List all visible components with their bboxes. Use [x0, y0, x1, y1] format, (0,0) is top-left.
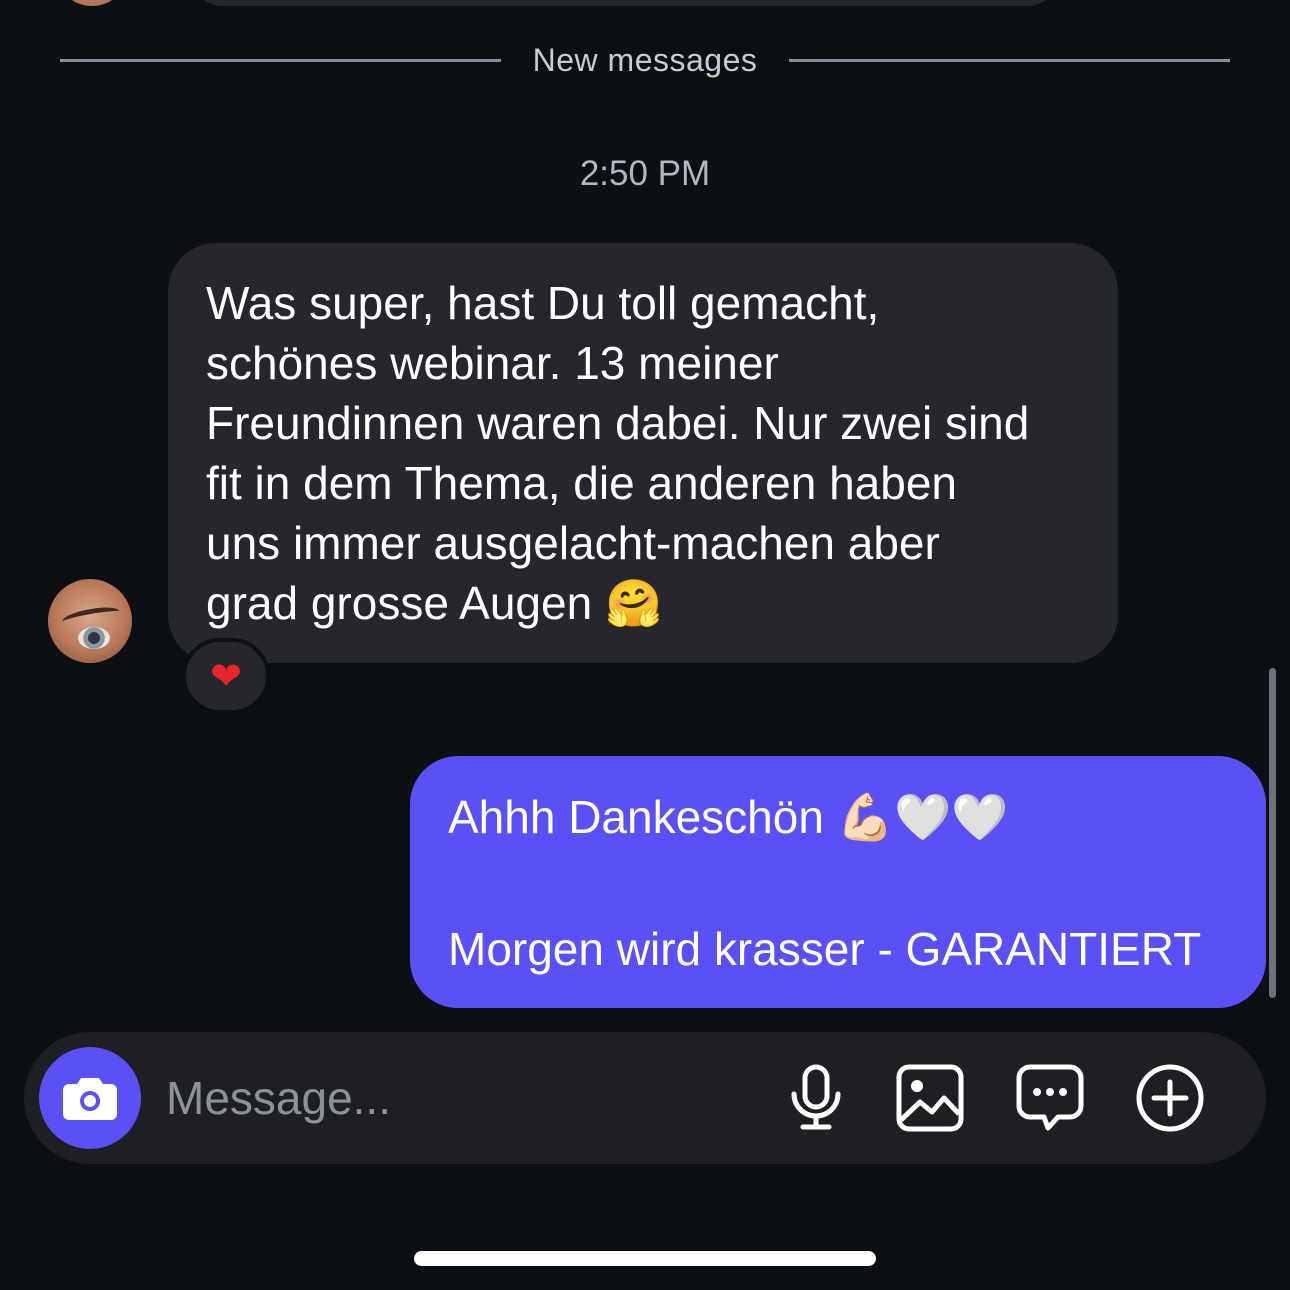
- divider-line-right: [789, 58, 1230, 62]
- gallery-button[interactable]: [894, 1062, 966, 1134]
- camera-icon: [63, 1078, 117, 1120]
- incoming-message-bubble[interactable]: Was super, hast Du toll gemacht, schönes…: [168, 243, 1118, 663]
- home-indicator[interactable]: [414, 1251, 876, 1266]
- outgoing-message-blank-line: [448, 850, 1228, 916]
- add-button[interactable]: [1134, 1062, 1206, 1134]
- chat-screen: New messages 2:50 PM Was super, hast Du …: [0, 0, 1290, 1290]
- scrollbar[interactable]: [1269, 668, 1276, 998]
- new-messages-divider: New messages: [60, 40, 1230, 80]
- message-composer: [24, 1032, 1266, 1164]
- microphone-icon: [791, 1064, 841, 1130]
- divider-line-left: [60, 58, 501, 62]
- heart-icon: ❤: [210, 654, 242, 698]
- previous-message-bubble[interactable]: [190, 0, 1060, 6]
- new-messages-label: New messages: [532, 41, 758, 78]
- microphone-button[interactable]: [780, 1062, 852, 1134]
- heart-reaction[interactable]: ❤: [182, 638, 270, 714]
- message-timestamp: 2:50 PM: [579, 154, 711, 193]
- sticker-button[interactable]: [1014, 1062, 1086, 1134]
- avatar-brow: [61, 604, 121, 629]
- image-icon: [896, 1064, 964, 1132]
- chat-bubble-icon: [1016, 1064, 1084, 1131]
- outgoing-message-line1: Ahhh Dankeschön 💪🏻🤍🤍: [448, 791, 1009, 843]
- previous-message-avatar: [62, 0, 122, 6]
- avatar-eye: [78, 627, 110, 649]
- outgoing-message-line2: Morgen wird krasser - GARANTIERT: [448, 923, 1202, 975]
- camera-button[interactable]: [39, 1047, 141, 1149]
- message-input[interactable]: [166, 1062, 726, 1134]
- plus-circle-icon: [1136, 1064, 1204, 1132]
- sender-avatar[interactable]: [48, 579, 132, 663]
- outgoing-message-bubble[interactable]: Ahhh Dankeschön 💪🏻🤍🤍 Morgen wird krasser…: [410, 756, 1266, 1008]
